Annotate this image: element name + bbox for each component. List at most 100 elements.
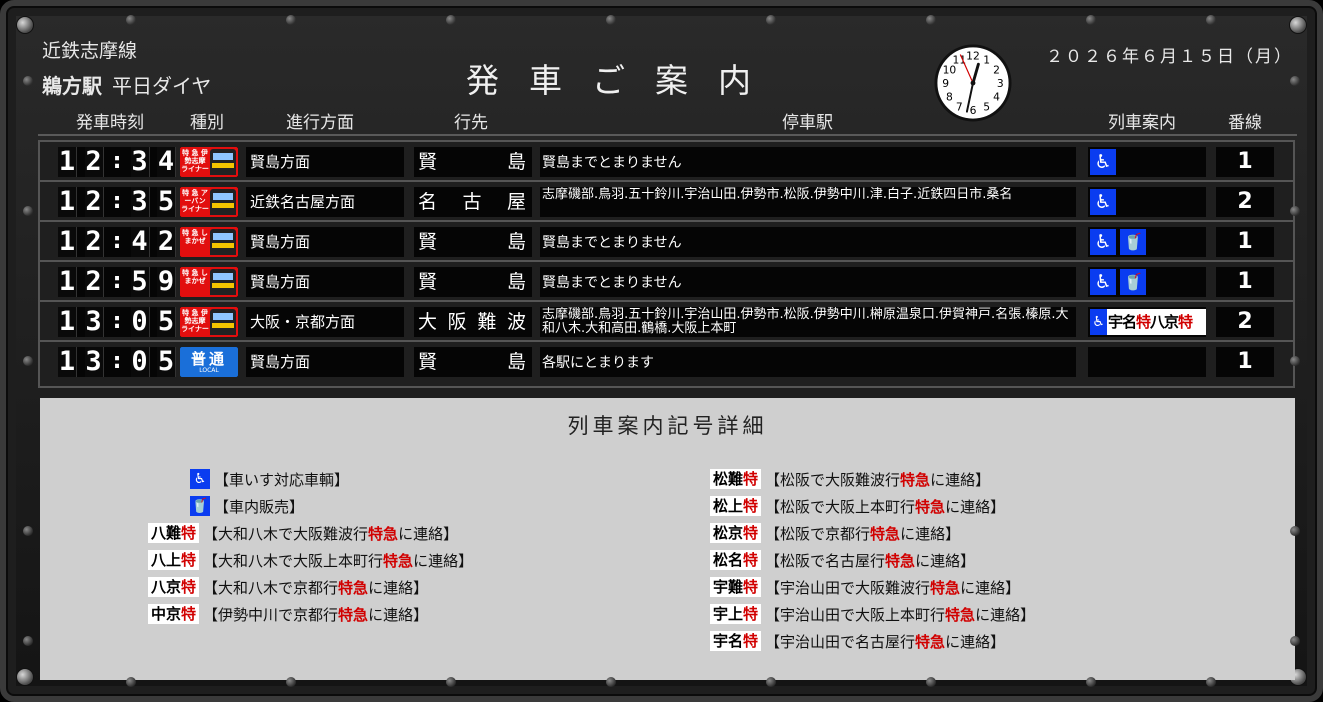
time-digit: 2 — [84, 267, 104, 297]
time-digit: 2 — [84, 147, 104, 177]
legend-item: ♿ 【車いす対応車輌】 — [40, 468, 600, 490]
legend-item: 八難特 【大和八木で大阪難波行 特急 に連絡】 — [40, 522, 600, 544]
legend-key: 松難特 — [710, 469, 762, 489]
legend-key-code: 松京 — [713, 524, 744, 542]
cup-icon: 🥤 — [1120, 269, 1146, 295]
departure-time: 12:42 — [58, 227, 176, 257]
departure-time: 12:35 — [58, 187, 176, 217]
express-mark: 特 — [743, 524, 759, 542]
clock-number: 1 — [983, 53, 990, 66]
legend-panel: 列車案内記号詳細 ♿ 【車いす対応車輌】 🥤 【車内販売】 八難特 【大和八木で大阪難波行… — [40, 398, 1295, 680]
legend-text: 【大和八木で大阪上本町行 — [203, 551, 384, 570]
time-digit: 3 — [130, 147, 150, 177]
departure-list: 12:34特 急 伊勢志摩 ライナー 賢島方面賢島賢島までとまりません ♿ 1 1 2:3… — [38, 140, 1295, 388]
departure-time: 13:05 — [58, 307, 176, 337]
departure-board: 近鉄志摩線 鵜方駅 平日ダイヤ 発車ご案内 12 1 2 3 4 5 6 7 8 9 10 11 ２０２… — [0, 0, 1323, 702]
time-digit: 5 — [157, 347, 176, 377]
departure-row: 12:35特 急 アーバン ライナー 近鉄名古屋方面名古屋志摩磯部.鳥羽.五十鈴川… — [40, 182, 1293, 222]
limited-express-badge: 特 急 伊勢志摩 ライナー — [180, 147, 238, 177]
destination: 賢島 — [414, 267, 532, 297]
frame-screw — [1086, 15, 1096, 25]
clock-number: 6 — [970, 104, 977, 117]
legend-key-code: 宇難 — [713, 578, 744, 596]
col-header-track: 番線 — [1228, 113, 1262, 133]
time-digit: 3 — [84, 347, 104, 377]
badge-text: 特 急 アーバン ライナー — [181, 189, 209, 213]
express-mark: 特 — [743, 551, 759, 569]
departure-time: 12:34 — [58, 147, 176, 177]
legend-key: 宇名特 — [710, 631, 762, 651]
destination-char: 島 — [506, 271, 528, 293]
destination: 大阪難波 — [414, 307, 532, 337]
wheelchair-icon: ♿ — [190, 469, 210, 489]
express-mark: 特 — [181, 524, 197, 542]
time-digit: 3 — [130, 187, 150, 217]
legend-item: 八京特 【大和八木で京都行 特急 に連絡】 — [40, 576, 600, 598]
frame-screw — [1206, 677, 1216, 687]
frame-screw — [23, 636, 33, 646]
stopping-stations: 各駅にとまります — [540, 347, 1076, 377]
legend-express: 特急 — [338, 605, 369, 624]
frame-screw — [23, 356, 33, 366]
legend-key-code: 松名 — [713, 551, 744, 569]
frame-screw — [606, 15, 616, 25]
legend-key-code: 宇上 — [713, 605, 744, 623]
express-mark: 特 — [1136, 313, 1151, 331]
col-header-stops: 停車駅 — [782, 113, 833, 133]
analog-clock: 12 1234567891011 — [934, 44, 1012, 122]
legend-item: 八上特 【大和八木で大阪上本町行 特急 に連絡】 — [40, 549, 600, 571]
express-mark: 特 — [1178, 313, 1193, 331]
destination-char: 賢 — [418, 271, 440, 293]
col-header-type: 種別 — [190, 113, 224, 133]
track-number: 1 — [1216, 227, 1274, 257]
departure-row: 1 3:0 5 普通 LOCAL 賢島方面賢島各駅にとまります 1 — [40, 342, 1293, 382]
legend-text: 【松阪で名古屋行 — [765, 551, 886, 570]
destination-char: 阪 — [447, 311, 469, 333]
legend-express: 特急 — [930, 578, 961, 597]
clock-number: 8 — [946, 91, 953, 104]
legend-key-code: 松難 — [713, 470, 744, 488]
destination-char: 屋 — [506, 191, 528, 213]
corner-bolt — [16, 668, 34, 686]
frame-screw — [23, 76, 33, 86]
train-front-icon — [210, 229, 236, 255]
time-digit: 1 — [58, 267, 77, 297]
express-mark: 特 — [743, 632, 759, 650]
legend-text: に連絡】 — [930, 470, 991, 489]
frame-screw — [1290, 206, 1300, 216]
destination-char: 賢 — [418, 351, 440, 373]
legend-express: 特急 — [885, 551, 916, 570]
frame-screw — [126, 677, 136, 687]
time-digit: 1 — [58, 307, 77, 337]
legend-express: 特急 — [338, 578, 369, 597]
legend-express: 特急 — [870, 524, 901, 543]
legend-key-code: 八京 — [151, 578, 182, 596]
frame-screw — [1290, 526, 1300, 536]
legend-key: 松名特 — [710, 550, 762, 570]
frame-screw — [446, 15, 456, 25]
frame-screw — [1290, 636, 1300, 646]
departure-time: 13:05 — [58, 347, 176, 377]
time-digit: 2 — [84, 187, 104, 217]
train-info: ♿ 🥤 — [1088, 267, 1206, 297]
time-colon: : — [112, 269, 122, 294]
time-digit: 1 — [58, 227, 77, 257]
connection-codes: 宇名特八京特 — [1107, 309, 1193, 335]
departure-time: 12:59 — [58, 267, 176, 297]
limited-express-badge: 特 急 アーバン ライナー — [180, 187, 238, 217]
frame-screw — [1290, 76, 1300, 86]
legend-text: に連絡】 — [368, 605, 429, 624]
departure-row: 12:42特 急 しまかぜ 賢島方面賢島賢島までとまりません ♿ 🥤 1 — [40, 222, 1293, 262]
legend-key: 八上特 — [148, 550, 200, 570]
train-type: 特 急 伊勢志摩 ライナー — [180, 307, 238, 337]
destination-char: 名 — [418, 191, 440, 213]
clock-number: 9 — [942, 77, 949, 90]
connection-code: 宇名 — [1108, 313, 1137, 331]
time-digit: 4 — [130, 227, 150, 257]
frame-screw — [766, 677, 776, 687]
destination-char: 賢 — [418, 231, 440, 253]
corner-bolt — [16, 16, 34, 34]
train-info — [1088, 347, 1206, 377]
time-digit: 0 — [130, 347, 150, 377]
express-mark: 特 — [181, 578, 197, 596]
